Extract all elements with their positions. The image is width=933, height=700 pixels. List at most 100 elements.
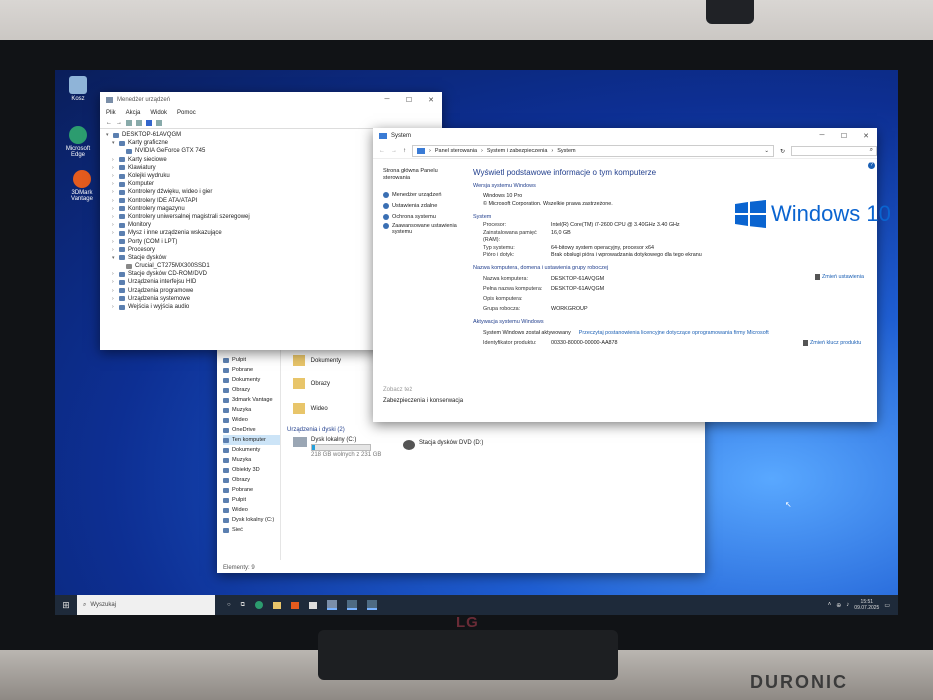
- windows-logo: Windows 10: [735, 200, 891, 228]
- menu-file[interactable]: Plik: [106, 110, 116, 116]
- help-icon[interactable]: [146, 120, 152, 126]
- chevron-up-icon[interactable]: ˄: [828, 602, 832, 608]
- help-icon[interactable]: ?: [868, 162, 875, 169]
- row-ram: Zainstalowana pamięć (RAM): 16,0 GB: [483, 229, 571, 244]
- nav-item[interactable]: OneDrive: [223, 425, 280, 435]
- 3dmark-icon[interactable]: [290, 601, 299, 609]
- maximize-button[interactable]: ☐: [398, 96, 420, 104]
- drive-c-item[interactable]: Dysk lokalny (C:) 218 GB wolnych z 231 G…: [293, 437, 381, 458]
- minimize-button[interactable]: ─: [811, 132, 833, 140]
- monitor-stand: [318, 630, 618, 680]
- back-icon[interactable]: ←: [379, 148, 385, 154]
- left-link-advanced[interactable]: Zaawansowane ustawienia systemu: [383, 222, 465, 236]
- menu-action[interactable]: Akcja: [126, 110, 141, 116]
- folder-icon: [293, 403, 305, 414]
- devices-header[interactable]: Urządzenia i dyski (2): [287, 427, 345, 433]
- nav-item[interactable]: Dysk lokalny (C:): [223, 515, 280, 525]
- nav-item[interactable]: Obrazy: [223, 385, 280, 395]
- folder-item[interactable]: Dokumenty: [293, 355, 341, 366]
- close-button[interactable]: ✕: [855, 132, 877, 140]
- nav-item[interactable]: Pobrane: [223, 485, 280, 495]
- desktop-icon-label: Kosz: [71, 96, 85, 102]
- search-input[interactable]: ⌕: [791, 146, 877, 156]
- forward-icon[interactable]: →: [391, 148, 397, 154]
- breadcrumb-item[interactable]: System i zabezpieczenia: [487, 148, 548, 154]
- volume-icon[interactable]: ♪: [846, 602, 849, 608]
- maximize-button[interactable]: ☐: [833, 132, 855, 140]
- menu-bar: Plik Akcja Widok Pomoc: [100, 108, 442, 118]
- see-also-label: Zobacz też: [383, 387, 413, 393]
- edge-icon[interactable]: [254, 601, 263, 609]
- notifications-icon[interactable]: ▭: [884, 602, 890, 609]
- nav-item[interactable]: Muzyka: [223, 455, 280, 465]
- control-panel-home-link[interactable]: Strona główna Panelu sterowania: [383, 168, 449, 182]
- left-pane: Strona główna Panelu sterowania Menedżer…: [373, 160, 465, 422]
- chevron-right-icon: ›: [429, 148, 431, 154]
- nav-item[interactable]: Sieć: [223, 525, 280, 535]
- desktop-icon-3dmark[interactable]: 3DMark Vantage: [67, 170, 97, 202]
- folder-item[interactable]: Obrazy: [293, 378, 330, 389]
- nav-item[interactable]: Pulpit: [223, 495, 280, 505]
- shield-icon: [383, 222, 389, 229]
- file-explorer-icon[interactable]: [272, 601, 281, 609]
- address-bar-row: ← → ↑ › Panel sterowania › System i zabe…: [373, 144, 877, 159]
- row-workgroup: Grupa robocza: WORKGROUP: [483, 305, 588, 312]
- close-button[interactable]: ✕: [420, 96, 442, 104]
- multitask-icon[interactable]: ⧉: [241, 602, 245, 609]
- refresh-icon[interactable]: ↻: [780, 148, 785, 155]
- minimize-button[interactable]: ─: [376, 96, 398, 104]
- left-link-protection[interactable]: Ochrona systemu: [383, 212, 465, 223]
- nav-item[interactable]: Dokumenty: [223, 445, 280, 455]
- nav-item[interactable]: Obrazy: [223, 475, 280, 485]
- chevron-down-icon[interactable]: ⌄: [764, 148, 769, 154]
- left-link-remote[interactable]: Ustawienia zdalne: [383, 201, 465, 212]
- license-terms-link[interactable]: Przeczytaj postanowienia licencyjne doty…: [579, 328, 769, 338]
- back-icon[interactable]: ←: [106, 120, 112, 126]
- nav-item-this-pc[interactable]: Ten komputer: [223, 435, 280, 445]
- control-panel-task-icon[interactable]: [366, 600, 377, 610]
- breadcrumb-item[interactable]: Panel sterowania: [435, 148, 477, 154]
- nav-item[interactable]: Dokumenty: [223, 375, 280, 385]
- menu-view[interactable]: Widok: [150, 110, 167, 116]
- system-tray: ˄ ⊕ ♪ 15:51 09.07.2025 ▭: [828, 599, 898, 611]
- nav-item[interactable]: Pulpit: [223, 355, 280, 365]
- drive-d-item[interactable]: Stacja dysków DVD (D:): [403, 440, 483, 450]
- taskbar-apps: ○ ⧉: [227, 600, 377, 610]
- nav-item[interactable]: Wideo: [223, 505, 280, 515]
- activation-row: System Windows został aktywowany Przeczyt…: [483, 328, 769, 338]
- change-settings-link[interactable]: Zmień ustawienia: [815, 273, 864, 280]
- nav-item[interactable]: 3dmark Vantage: [223, 395, 280, 405]
- system-window: System ─ ☐ ✕ ← → ↑ › Panel sterowania › …: [373, 128, 891, 422]
- task-view-icon[interactable]: ○: [227, 602, 231, 608]
- security-maintenance-link[interactable]: Zabezpieczenia i konserwacja: [383, 398, 463, 404]
- monitor-icon[interactable]: [156, 120, 162, 126]
- nav-item[interactable]: Pobrane: [223, 365, 280, 375]
- system-task-icon[interactable]: [326, 600, 337, 610]
- nav-item[interactable]: Wideo: [223, 415, 280, 425]
- desktop-icon-edge[interactable]: Microsoft Edge: [63, 126, 93, 158]
- breadcrumb-item[interactable]: System: [557, 148, 575, 154]
- left-link-device-manager[interactable]: Menedżer urządzeń: [383, 190, 465, 201]
- folder-item[interactable]: Wideo: [293, 403, 328, 414]
- clock[interactable]: 15:51 09.07.2025: [854, 599, 879, 611]
- mail-icon[interactable]: [308, 601, 317, 609]
- refresh-icon[interactable]: [136, 120, 142, 126]
- window-title: Menedżer urządzeń: [117, 97, 171, 103]
- network-icon[interactable]: ⊕: [836, 602, 841, 609]
- window-title: System: [391, 133, 412, 139]
- menu-help[interactable]: Pomoc: [177, 110, 196, 116]
- stand-brand: DURONIC: [750, 672, 848, 692]
- start-button[interactable]: ⊞: [55, 600, 77, 611]
- taskbar-search[interactable]: ⌕ Wyszukaj: [77, 595, 215, 615]
- properties-icon[interactable]: [126, 120, 132, 126]
- taskbar: ⊞ ⌕ Wyszukaj ○ ⧉ ˄ ⊕ ♪ 15:51 09.07.2025 …: [55, 595, 898, 615]
- nav-item[interactable]: Obiekty 3D: [223, 465, 280, 475]
- device-manager-task-icon[interactable]: [346, 600, 357, 610]
- forward-icon[interactable]: →: [116, 120, 122, 126]
- change-product-key-link[interactable]: Zmień klucz produktu: [803, 339, 861, 346]
- shield-icon: [383, 214, 389, 221]
- nav-item[interactable]: Muzyka: [223, 405, 280, 415]
- up-icon[interactable]: ↑: [403, 148, 406, 154]
- address-bar[interactable]: › Panel sterowania › System i zabezpiecz…: [412, 145, 774, 157]
- desktop-icon-recycle-bin[interactable]: Kosz: [63, 76, 93, 102]
